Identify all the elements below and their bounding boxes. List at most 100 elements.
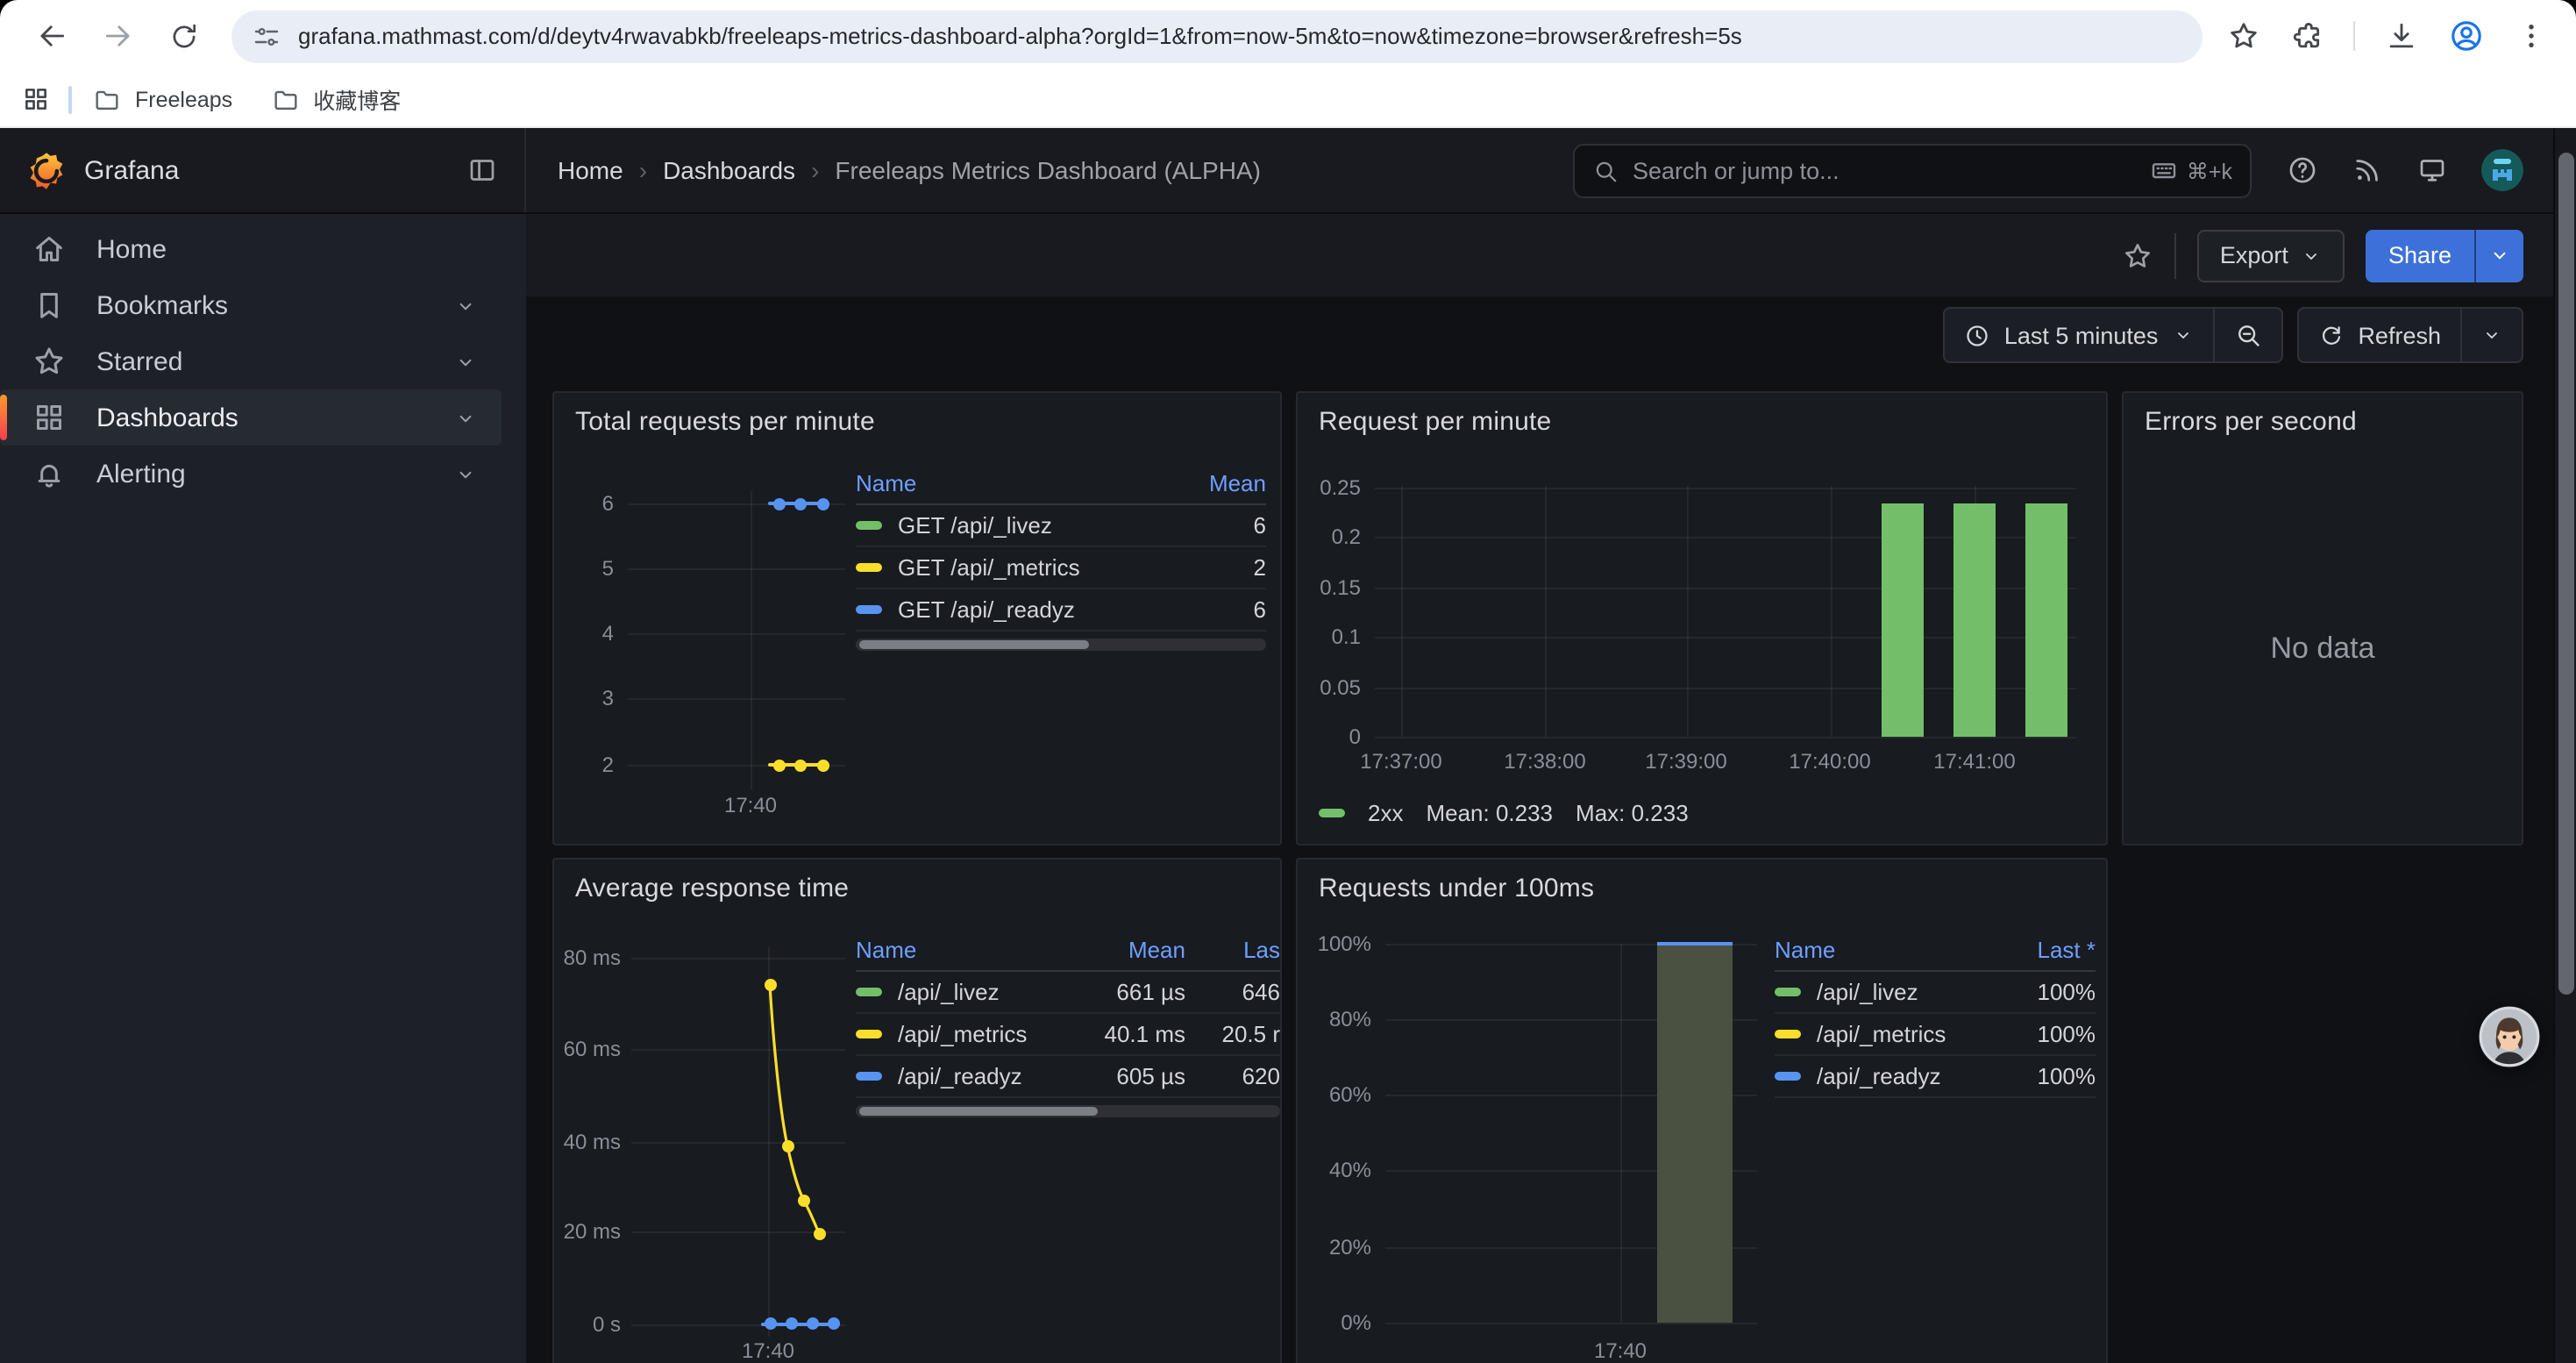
bookmark-folder-blogs[interactable]: 收藏博客: [271, 82, 401, 116]
legend-row[interactable]: GET /api/_metrics 2: [856, 547, 1266, 589]
sidebar-item-home[interactable]: Home: [0, 221, 502, 277]
series-name[interactable]: GET /api/_livez: [898, 512, 1178, 539]
gridline: [1686, 486, 1688, 737]
profile-icon[interactable]: [2448, 18, 2485, 54]
y-tick: 2: [568, 753, 614, 777]
help-icon[interactable]: [2287, 154, 2318, 186]
legend-header-last[interactable]: Las: [1199, 937, 1280, 963]
series-color-green: [1775, 988, 1801, 996]
downloads-icon[interactable]: [2385, 19, 2418, 53]
share-label[interactable]: Share: [2366, 229, 2474, 282]
bookmark-folder-freeleaps[interactable]: Freeleaps: [93, 85, 232, 113]
legend-table: Name Mean GET /api/_livez 6 GET /api/_me…: [856, 463, 1266, 651]
grafana-logo[interactable]: [26, 150, 67, 190]
series-last: 100%: [2004, 1021, 2096, 1047]
chevron-down-icon[interactable]: [454, 406, 477, 429]
x-tick: 17:38:00: [1489, 749, 1601, 774]
favorite-star-icon[interactable]: [2122, 239, 2153, 271]
series-color-yellow: [856, 1031, 882, 1038]
dock-menu-icon[interactable]: [466, 154, 498, 186]
panel-errors-per-second[interactable]: Errors per second No data: [2122, 391, 2523, 846]
reload-button[interactable]: [160, 11, 209, 61]
sidebar-item-dashboards[interactable]: Dashboards: [0, 389, 502, 446]
series-last: 100%: [2004, 979, 2096, 1005]
refresh-button[interactable]: Refresh: [2298, 309, 2460, 361]
panel-requests-under-100ms[interactable]: Requests under 100ms 100% 80% 60% 40% 20…: [1296, 858, 2108, 1363]
x-tick: 17:40: [733, 1338, 803, 1363]
bookmarks-divider: [68, 85, 72, 113]
sidebar-item-starred[interactable]: Starred: [0, 333, 502, 389]
share-button[interactable]: Share: [2366, 229, 2523, 282]
series-name[interactable]: GET /api/_metrics: [898, 554, 1178, 581]
series-name[interactable]: /api/_metrics: [1817, 1021, 2004, 1047]
legend-row[interactable]: GET /api/_readyz 6: [856, 589, 1266, 632]
chevron-down-icon[interactable]: [454, 462, 477, 485]
sidebar-item-bookmarks[interactable]: Bookmarks: [0, 277, 502, 333]
url-text[interactable]: grafana.mathmast.com/d/deytv4rwavabkb/fr…: [298, 23, 2188, 49]
legend-scrollbar-thumb[interactable]: [859, 1107, 1097, 1116]
data-point: [764, 978, 776, 990]
legend-scrollbar-thumb[interactable]: [859, 640, 1089, 649]
breadcrumb-home[interactable]: Home: [558, 156, 623, 184]
series-name[interactable]: /api/_livez: [1817, 979, 2004, 1005]
share-menu-arrow[interactable]: [2474, 229, 2523, 282]
forward-button[interactable]: [93, 11, 142, 61]
browser-menu-icon[interactable]: [2515, 19, 2548, 53]
legend-header-mean[interactable]: Mean: [1178, 470, 1266, 496]
bookmark-star-icon[interactable]: [2227, 19, 2260, 53]
refresh-interval-picker[interactable]: [2462, 309, 2522, 361]
legend-header-last[interactable]: Last *: [2004, 937, 2096, 963]
breadcrumb-dashboards[interactable]: Dashboards: [663, 156, 795, 184]
extensions-icon[interactable]: [2290, 19, 2323, 53]
apps-grid-icon[interactable]: [21, 84, 51, 114]
data-point: [785, 1317, 797, 1330]
series-mean: 2: [1178, 554, 1266, 581]
legend-scrollbar[interactable]: [856, 1105, 1280, 1117]
y-tick: 3: [568, 686, 614, 710]
legend-row[interactable]: /api/_metrics 40.1 ms 20.5 r: [856, 1014, 1280, 1056]
back-button[interactable]: [26, 11, 75, 61]
export-button[interactable]: Export: [2197, 229, 2345, 282]
time-range-label: Last 5 minutes: [2004, 322, 2159, 348]
user-avatar[interactable]: [2481, 149, 2523, 191]
legend-row[interactable]: /api/_readyz 100%: [1775, 1056, 2096, 1098]
legend-row[interactable]: GET /api/_livez 6: [856, 505, 1266, 547]
zoom-out-button[interactable]: [2214, 309, 2281, 361]
legend-row[interactable]: /api/_readyz 605 µs 620: [856, 1056, 1280, 1098]
series-name[interactable]: /api/_readyz: [1817, 1063, 2004, 1089]
news-rss-icon[interactable]: [2352, 154, 2383, 186]
time-range-picker[interactable]: Last 5 minutes: [1945, 309, 2213, 361]
series-name[interactable]: /api/_metrics: [898, 1021, 1084, 1047]
panel-request-per-minute[interactable]: Request per minute 0.25 0.2 0.15 0.1 0.0…: [1296, 391, 2108, 846]
series-name[interactable]: /api/_livez: [898, 979, 1084, 1005]
panel-total-requests[interactable]: Total requests per minute 6 5 4 3 2 17:4…: [552, 391, 1282, 846]
series-name[interactable]: 2xx: [1368, 800, 1403, 826]
assistant-avatar[interactable]: [2478, 1005, 2541, 1068]
legend-row[interactable]: /api/_livez 661 µs 646: [856, 972, 1280, 1014]
series-name[interactable]: GET /api/_readyz: [898, 596, 1178, 623]
time-controls: Last 5 minutes Refresh: [1943, 307, 2523, 363]
chevron-down-icon[interactable]: [454, 350, 477, 373]
site-settings-icon[interactable]: [253, 22, 281, 50]
series-name[interactable]: /api/_readyz: [898, 1063, 1084, 1089]
panel-average-response-time[interactable]: Average response time 80 ms 60 ms 40 ms …: [552, 858, 1282, 1363]
sidebar-item-alerting[interactable]: Alerting: [0, 446, 502, 502]
address-bar[interactable]: grafana.mathmast.com/d/deytv4rwavabkb/fr…: [231, 10, 2202, 62]
legend-inline[interactable]: 2xx Mean: 0.233 Max: 0.233: [1319, 800, 1689, 826]
legend-header-name[interactable]: Name: [856, 470, 1178, 496]
data-point: [798, 1195, 810, 1207]
keyboard-icon: [2150, 156, 2178, 184]
legend-scrollbar[interactable]: [856, 639, 1266, 651]
legend-header-mean[interactable]: Mean: [1084, 937, 1185, 963]
series-mean: Mean: 0.233: [1426, 800, 1553, 826]
legend-row[interactable]: /api/_livez 100%: [1775, 972, 2096, 1014]
legend-row[interactable]: /api/_metrics 100%: [1775, 1014, 2096, 1056]
legend-header-name[interactable]: Name: [856, 937, 1084, 963]
chevron-down-icon[interactable]: [454, 294, 477, 317]
kiosk-monitor-icon[interactable]: [2416, 154, 2448, 186]
search-input[interactable]: Search or jump to... ⌘+k: [1573, 143, 2252, 197]
legend-header-name[interactable]: Name: [1775, 937, 2004, 963]
page-scrollbar[interactable]: [2553, 128, 2576, 1363]
page-scrollbar-thumb[interactable]: [2558, 153, 2574, 995]
panel-title: Request per minute: [1319, 407, 1551, 437]
